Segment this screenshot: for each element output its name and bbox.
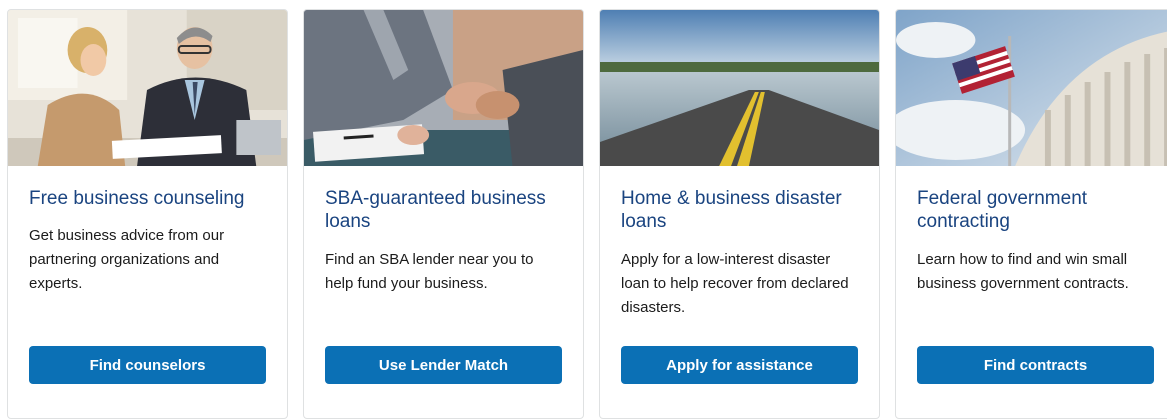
- find-contracts-button[interactable]: Find contracts: [917, 346, 1154, 384]
- card-title: Federal government contracting: [917, 188, 1088, 232]
- apply-for-assistance-button[interactable]: Apply for assistance: [621, 346, 858, 384]
- card-description: Learn how to find and win small business…: [917, 251, 1129, 292]
- card-title: Home & business disaster loans: [621, 188, 842, 232]
- card-title: Free business counseling: [29, 188, 245, 209]
- card-description: Get business advice from our partnering …: [29, 227, 225, 292]
- find-counselors-button[interactable]: Find counselors: [29, 346, 266, 384]
- card-business-loans: SBA-guaranteed business loans Find an SB…: [303, 9, 584, 419]
- capitol-flag-photo: [896, 10, 1167, 166]
- card-business-counseling: Free business counseling Get business ad…: [7, 9, 288, 419]
- flooded-road-photo: [600, 10, 879, 166]
- card-disaster-loans: Home & business disaster loans Apply for…: [599, 9, 880, 419]
- card-description: Apply for a low-interest disaster loan t…: [621, 251, 849, 316]
- card-description: Find an SBA lender near you to help fund…: [325, 251, 534, 292]
- handshake-photo: [304, 10, 583, 166]
- use-lender-match-button[interactable]: Use Lender Match: [325, 346, 562, 384]
- card-title: SBA-guaranteed business loans: [325, 188, 546, 232]
- business-counseling-photo: [8, 10, 287, 166]
- card-government-contracting: Federal government contracting Learn how…: [895, 9, 1167, 419]
